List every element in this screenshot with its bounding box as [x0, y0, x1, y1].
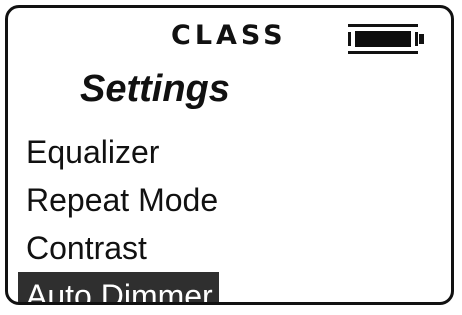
menu-item-auto-dimmer[interactable]: Auto Dimmer: [18, 272, 219, 302]
brand-logo-text: CLASS: [171, 20, 287, 51]
battery-tip: [419, 34, 424, 44]
menu-item-repeat-mode[interactable]: Repeat Mode: [18, 176, 224, 224]
battery-level-fill: [355, 31, 411, 47]
settings-menu: Equalizer Repeat Mode Contrast Auto Dimm…: [18, 128, 224, 302]
device-screen: CLASS Settings Equalizer Repeat Mode Con…: [5, 5, 454, 305]
menu-item-contrast[interactable]: Contrast: [18, 224, 153, 272]
page-title: Settings: [80, 68, 230, 110]
menu-item-equalizer[interactable]: Equalizer: [18, 128, 165, 176]
battery-icon: [348, 24, 428, 54]
